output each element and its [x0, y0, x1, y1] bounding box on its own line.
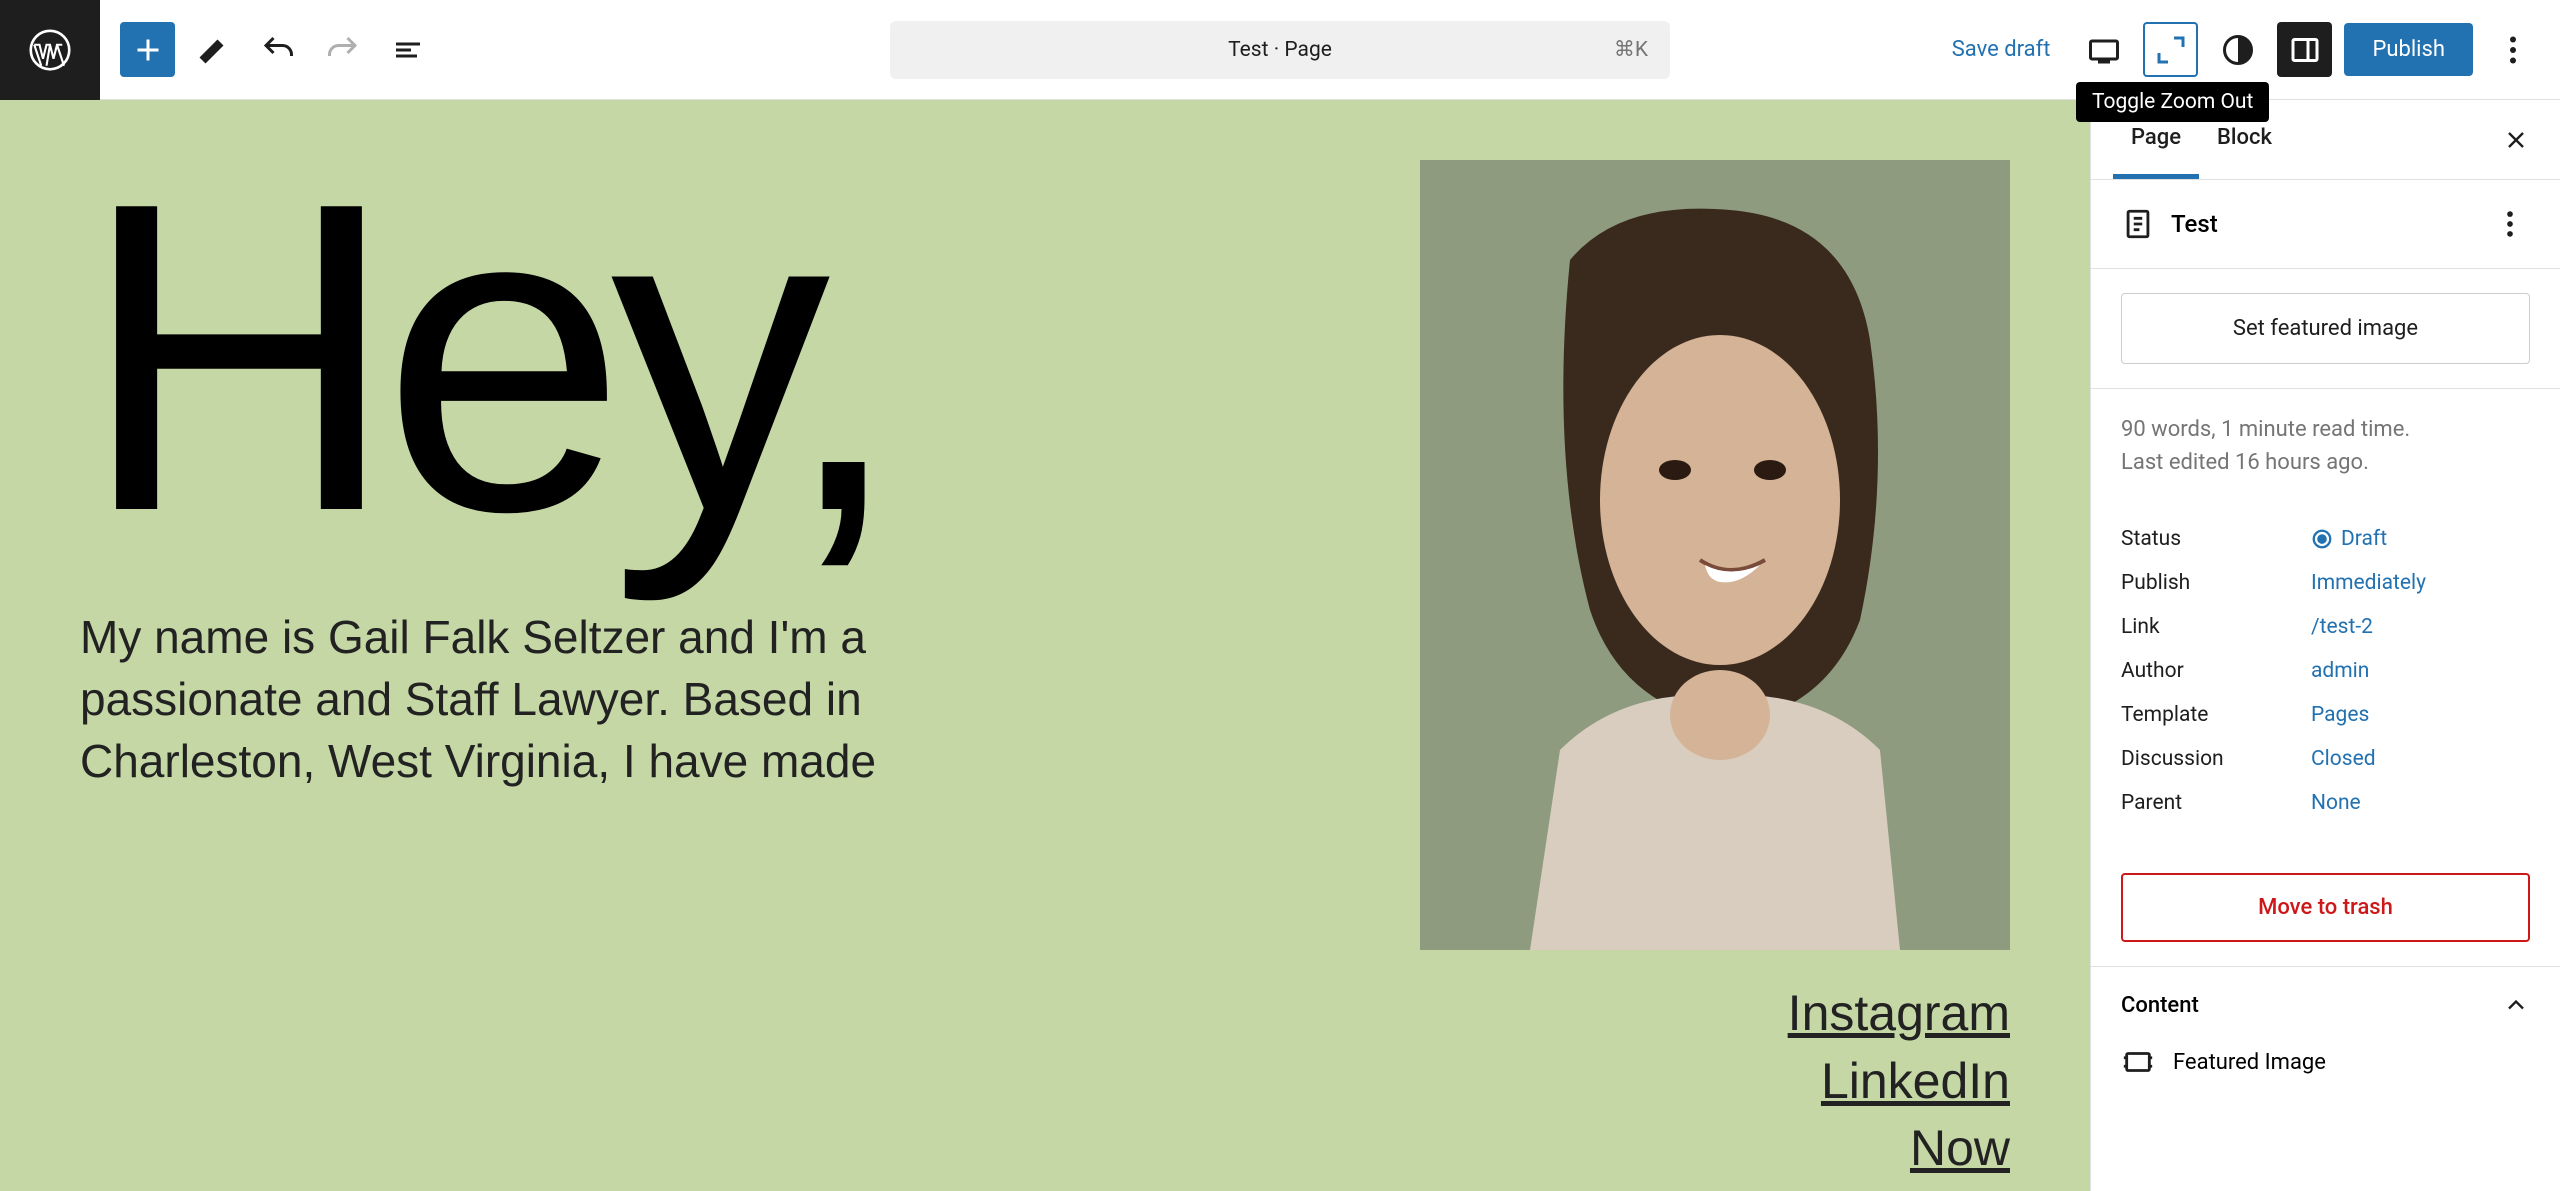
social-links: Instagram LinkedIn Now	[1788, 980, 2010, 1183]
word-count: 90 words, 1 minute read time.	[2121, 413, 2530, 446]
editor-canvas[interactable]: Hey, My name is Gail Falk Seltzer and I'…	[0, 100, 2090, 1191]
view-button[interactable]	[2076, 22, 2131, 77]
document-overview-button[interactable]	[380, 22, 435, 77]
featured-image-icon	[2121, 1045, 2155, 1079]
page-icon	[2121, 207, 2155, 241]
page-fields: StatusDraft PublishImmediately Link/test…	[2091, 503, 2560, 849]
close-sidebar-button[interactable]	[2494, 118, 2538, 162]
content-featured-image-label: Featured Image	[2173, 1050, 2326, 1075]
draft-status-icon	[2311, 528, 2333, 550]
move-to-trash-button[interactable]: Move to trash	[2121, 873, 2530, 942]
page-actions-button[interactable]	[2490, 204, 2530, 244]
discussion-label: Discussion	[2121, 747, 2311, 771]
publish-button[interactable]: Publish	[2344, 23, 2473, 76]
content-featured-image-row[interactable]: Featured Image	[2091, 1031, 2560, 1093]
zoom-out-button[interactable]	[2143, 22, 2198, 77]
last-edited: Last edited 16 hours ago.	[2121, 446, 2530, 479]
parent-value[interactable]: None	[2311, 791, 2361, 815]
zoom-tooltip: Toggle Zoom Out	[2076, 82, 2269, 122]
parent-label: Parent	[2121, 791, 2311, 815]
heading[interactable]: Hey,	[80, 160, 1370, 556]
styles-button[interactable]	[2210, 22, 2265, 77]
toolbar-left	[100, 22, 435, 77]
author-label: Author	[2121, 659, 2311, 683]
content-label: Content	[2121, 993, 2199, 1018]
link-instagram[interactable]: Instagram	[1788, 980, 2010, 1048]
content-panel-header[interactable]: Content	[2091, 967, 2560, 1031]
discussion-value[interactable]: Closed	[2311, 747, 2376, 771]
settings-sidebar: Page Block Test Set featured image 90 wo…	[2090, 100, 2560, 1191]
add-block-button[interactable]	[120, 22, 175, 77]
author-value[interactable]: admin	[2311, 659, 2369, 683]
page-title: Test	[2171, 210, 2218, 238]
publish-value[interactable]: Immediately	[2311, 571, 2426, 595]
settings-button[interactable]	[2277, 22, 2332, 77]
link-value[interactable]: /test-2	[2311, 615, 2373, 639]
breadcrumb[interactable]: Test · Page ⌘K	[890, 21, 1670, 79]
toolbar-right: Save draft Publish	[1938, 22, 2560, 77]
breadcrumb-shortcut: ⌘K	[1614, 37, 1648, 62]
canvas-right: Instagram LinkedIn Now	[1410, 160, 2010, 1191]
edit-icon[interactable]	[185, 22, 240, 77]
trash-panel: Move to trash	[2091, 849, 2560, 967]
status-label: Status	[2121, 527, 2311, 551]
main: Hey, My name is Gail Falk Seltzer and I'…	[0, 100, 2560, 1191]
page-summary: Test	[2091, 180, 2560, 269]
set-featured-image-button[interactable]: Set featured image	[2121, 293, 2530, 364]
redo-button[interactable]	[315, 22, 370, 77]
publish-label: Publish	[2121, 571, 2311, 595]
chevron-up-icon	[2502, 991, 2530, 1019]
page-meta: 90 words, 1 minute read time. Last edite…	[2091, 389, 2560, 503]
featured-image-panel: Set featured image	[2091, 269, 2560, 389]
template-label: Template	[2121, 703, 2311, 727]
breadcrumb-title: Test · Page	[1228, 38, 1332, 62]
template-value[interactable]: Pages	[2311, 703, 2369, 727]
undo-button[interactable]	[250, 22, 305, 77]
bio-paragraph[interactable]: My name is Gail Falk Seltzer and I'm a p…	[80, 606, 1030, 792]
portrait-image[interactable]	[1420, 160, 2010, 950]
save-draft-button[interactable]: Save draft	[1938, 27, 2065, 72]
link-now[interactable]: Now	[1788, 1115, 2010, 1183]
status-value[interactable]: Draft	[2311, 527, 2387, 551]
canvas-left: Hey, My name is Gail Falk Seltzer and I'…	[80, 160, 1370, 1191]
link-label: Link	[2121, 615, 2311, 639]
options-button[interactable]	[2485, 22, 2540, 77]
link-linkedin[interactable]: LinkedIn	[1788, 1048, 2010, 1116]
wp-logo[interactable]	[0, 0, 100, 100]
